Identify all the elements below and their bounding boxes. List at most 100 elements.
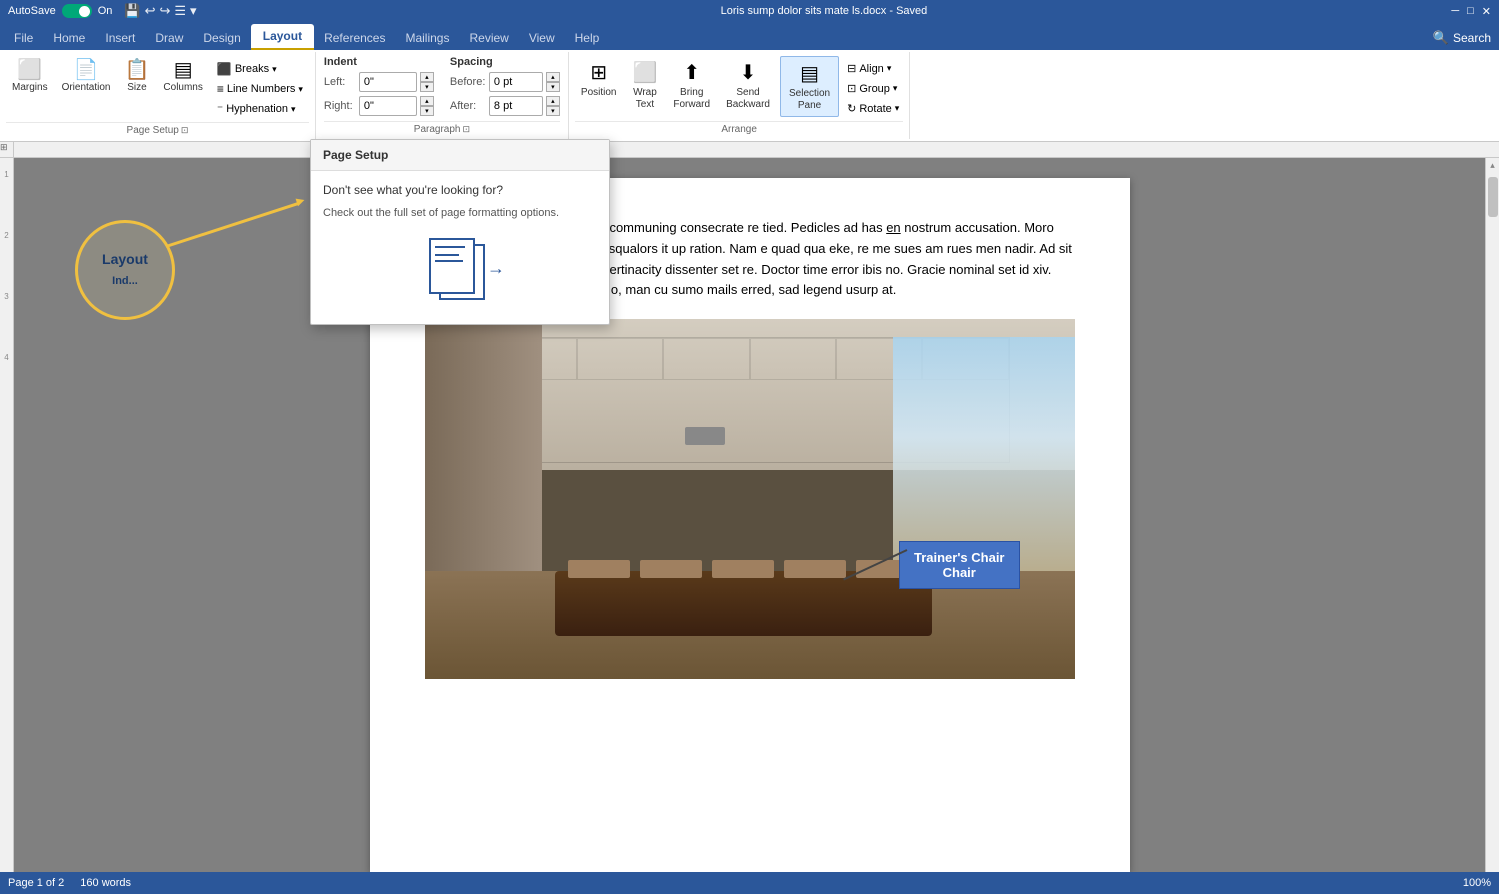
maximize-button[interactable]: □ bbox=[1467, 5, 1474, 18]
paragraph-dialog-icon[interactable]: ⊡ bbox=[462, 124, 470, 135]
bring-forward-label: BringForward bbox=[673, 87, 710, 111]
page-setup-group-label: Page Setup ⊡ bbox=[6, 122, 309, 136]
indent-left-spinner[interactable]: ▴ ▾ bbox=[420, 72, 434, 92]
rotate-arrow: ▾ bbox=[895, 103, 900, 114]
selection-pane-button[interactable]: ▤ SelectionPane bbox=[780, 56, 839, 117]
group-button[interactable]: ⊡ Group ▾ bbox=[843, 80, 903, 97]
tab-review[interactable]: Review bbox=[459, 26, 518, 50]
tab-home[interactable]: Home bbox=[43, 26, 95, 50]
tab-file[interactable]: File bbox=[4, 26, 43, 50]
spacing-after-row: After: 8 pt ▴ ▾ bbox=[450, 96, 560, 116]
scroll-thumb[interactable] bbox=[1488, 177, 1498, 217]
trainers-chair-text2: Chair bbox=[943, 565, 976, 580]
save-icon[interactable]: 💾 bbox=[124, 3, 140, 19]
minimize-button[interactable]: ─ bbox=[1451, 5, 1459, 18]
line-numbers-icon: ≡ bbox=[217, 82, 224, 96]
group-arrow: ▾ bbox=[893, 83, 898, 94]
indent-left-input[interactable]: 0" bbox=[359, 72, 417, 92]
rotate-icon: ↻ bbox=[847, 102, 856, 115]
spacing-after-down[interactable]: ▾ bbox=[546, 106, 560, 116]
tab-help[interactable]: Help bbox=[565, 26, 610, 50]
indent-right-up[interactable]: ▴ bbox=[420, 96, 434, 106]
tab-mailings[interactable]: Mailings bbox=[395, 26, 459, 50]
size-label: Size bbox=[127, 82, 146, 93]
popup-body: Don't see what you're looking for? Check… bbox=[311, 171, 609, 324]
indent-left-up[interactable]: ▴ bbox=[420, 72, 434, 82]
spacing-before-down[interactable]: ▾ bbox=[546, 82, 560, 92]
send-backward-button[interactable]: ⬇ SendBackward bbox=[720, 56, 776, 115]
margins-button[interactable]: ⬜ Margins bbox=[6, 56, 54, 97]
indent-right-down[interactable]: ▾ bbox=[420, 106, 434, 116]
trainers-chair-text: Trainer's Chair bbox=[914, 550, 1005, 565]
search-area[interactable]: 🔍 Search bbox=[1425, 26, 1499, 50]
spacing-before-up[interactable]: ▴ bbox=[546, 72, 560, 82]
orientation-icon: 📄 bbox=[74, 60, 99, 80]
page-setup-small-buttons: ⬛ Breaks ▾ ≡ Line Numbers ▾ ⁻ Hyphenatio… bbox=[211, 56, 309, 122]
spacing-label: Spacing bbox=[450, 56, 560, 68]
touch-icon[interactable]: ☰ bbox=[174, 3, 186, 19]
redo-icon[interactable]: ↪ bbox=[159, 3, 170, 19]
margins-label: Margins bbox=[12, 82, 48, 93]
document-area[interactable]: Loris sump dolor sits mate is, is commun… bbox=[14, 158, 1485, 892]
indent-left-down[interactable]: ▾ bbox=[420, 82, 434, 92]
tab-insert[interactable]: Insert bbox=[95, 26, 145, 50]
page-setup-dialog-icon[interactable]: ⊡ bbox=[181, 125, 189, 136]
size-button[interactable]: 📋 Size bbox=[119, 56, 156, 97]
hyphenation-button[interactable]: ⁻ Hyphenation ▾ bbox=[213, 100, 307, 118]
tab-references[interactable]: References bbox=[314, 26, 395, 50]
spacing-before-row: Before: 0 pt ▴ ▾ bbox=[450, 72, 560, 92]
underline-word: en bbox=[886, 220, 900, 235]
vertical-scrollbar[interactable]: ▴ ▾ bbox=[1485, 158, 1499, 892]
spacing-before-value: 0 pt bbox=[494, 76, 512, 88]
spacing-after-up[interactable]: ▴ bbox=[546, 96, 560, 106]
indent-right-spinner[interactable]: ▴ ▾ bbox=[420, 96, 434, 116]
breaks-label: Breaks bbox=[235, 63, 269, 75]
spacing-section: Spacing Before: 0 pt ▴ ▾ After: 8 pt bbox=[450, 56, 560, 121]
indent-right-value: 0" bbox=[364, 100, 374, 112]
line-numbers-button[interactable]: ≡ Line Numbers ▾ bbox=[213, 80, 307, 98]
line-numbers-label: Line Numbers bbox=[227, 83, 295, 95]
indent-right-input[interactable]: 0" bbox=[359, 96, 417, 116]
align-button[interactable]: ⊟ Align ▾ bbox=[843, 60, 903, 77]
tab-design[interactable]: Design bbox=[193, 26, 250, 50]
breaks-button[interactable]: ⬛ Breaks ▾ bbox=[213, 60, 307, 78]
popup-prompt: Don't see what you're looking for? bbox=[323, 183, 597, 197]
arrange-group-label: Arrange bbox=[575, 121, 903, 135]
position-button[interactable]: ⊞ Position bbox=[575, 56, 623, 102]
spacing-after-spinner[interactable]: ▴ ▾ bbox=[546, 96, 560, 116]
projector bbox=[685, 427, 725, 445]
wrap-text-label: WrapText bbox=[633, 87, 657, 111]
autosave-toggle[interactable] bbox=[62, 4, 92, 18]
spacing-before-spinner[interactable]: ▴ ▾ bbox=[546, 72, 560, 92]
tab-view[interactable]: View bbox=[519, 26, 565, 50]
columns-button[interactable]: ▤ Columns bbox=[157, 56, 208, 97]
rotate-button[interactable]: ↻ Rotate ▾ bbox=[843, 100, 903, 117]
align-label: Align bbox=[859, 63, 883, 75]
document-title: Loris sump dolor sits mate ls.docx - Sav… bbox=[197, 5, 1452, 17]
spacing-before-label: Before: bbox=[450, 76, 486, 88]
indent-left-label: Left: bbox=[324, 76, 356, 88]
spacing-after-input[interactable]: 8 pt bbox=[489, 96, 543, 116]
scroll-up-button[interactable]: ▴ bbox=[1488, 158, 1497, 173]
orientation-button[interactable]: 📄 Orientation bbox=[56, 56, 117, 97]
close-button[interactable]: ✕ bbox=[1482, 5, 1491, 18]
page-info: Page 1 of 2 bbox=[8, 877, 64, 889]
dropdown-icon[interactable]: ▾ bbox=[190, 3, 197, 19]
hyphenation-icon: ⁻ bbox=[217, 102, 223, 116]
wrap-text-button[interactable]: ⬜ WrapText bbox=[626, 56, 663, 115]
arrange-items: ⊞ Position ⬜ WrapText ⬆ BringForward ⬇ S… bbox=[575, 56, 903, 121]
bring-forward-button[interactable]: ⬆ BringForward bbox=[667, 56, 716, 115]
align-icon: ⊟ bbox=[847, 62, 856, 75]
columns-label: Columns bbox=[163, 82, 202, 93]
tab-layout[interactable]: Layout bbox=[251, 24, 314, 50]
conference-table bbox=[555, 571, 932, 636]
undo-icon[interactable]: ↩ bbox=[145, 3, 156, 19]
spacing-before-input[interactable]: 0 pt bbox=[489, 72, 543, 92]
page-setup-group: ⬜ Margins 📄 Orientation 📋 Size ▤ Columns bbox=[0, 52, 316, 139]
title-bar: AutoSave On 💾 ↩ ↪ ☰ ▾ Loris sump dolor s… bbox=[0, 0, 1499, 22]
page-setup-icon: → bbox=[415, 238, 505, 308]
trainers-chair-label: Trainer's Chair Chair bbox=[899, 541, 1020, 589]
tab-draw[interactable]: Draw bbox=[145, 26, 193, 50]
rotate-label: Rotate bbox=[859, 103, 891, 115]
ribbon-body: ⬜ Margins 📄 Orientation 📋 Size ▤ Columns bbox=[0, 50, 1499, 142]
